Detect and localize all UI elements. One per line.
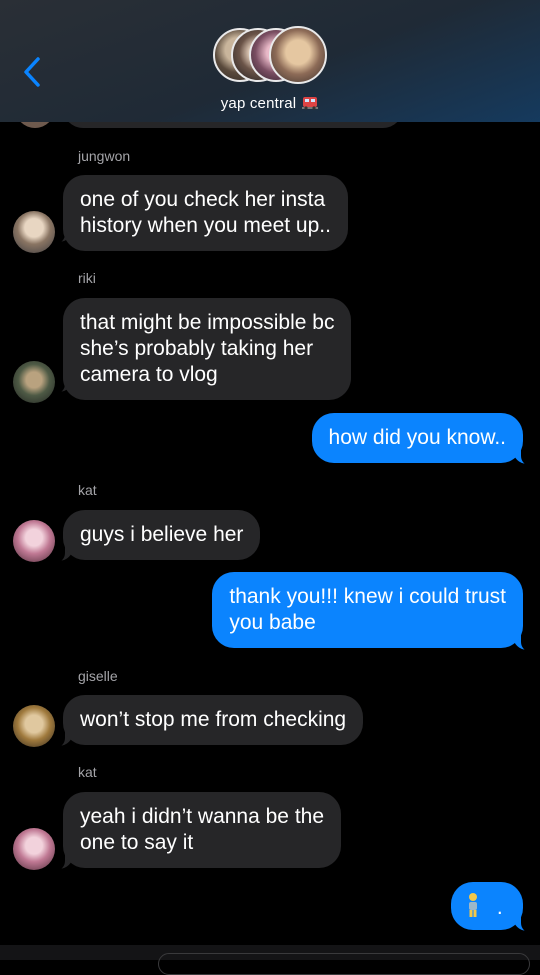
message-text: how did you know.. (328, 426, 506, 449)
group-name: yap central (220, 95, 297, 112)
message-text: camera to vlog (80, 363, 218, 386)
person-emoji-icon (465, 892, 481, 925)
message-text: that might be impossible bc (80, 311, 335, 334)
sender-name: giselle (78, 668, 118, 684)
message-text: won’t stop me from checking (80, 708, 347, 731)
message-text: . (496, 896, 503, 919)
incoming-message-bubble[interactable]: guys i believe her (63, 510, 261, 560)
sender-avatar[interactable] (13, 361, 55, 403)
sender-avatar[interactable] (13, 828, 55, 870)
incoming-message-bubble[interactable]: one of you check her insta history when … (63, 175, 348, 251)
message-input[interactable] (158, 953, 530, 975)
sender-avatar[interactable] (13, 211, 55, 253)
incoming-message-bubble[interactable]: won’t stop me from checking (63, 695, 364, 745)
sender-avatar[interactable] (13, 705, 55, 747)
message-text: you babe (229, 611, 316, 634)
outgoing-message-bubble[interactable]: how did you know.. (311, 413, 523, 463)
message-text: yeah i didn’t wanna be the (80, 805, 325, 828)
compose-bar (0, 945, 540, 975)
sender-name: jungwon (78, 148, 131, 164)
group-avatars[interactable] (213, 26, 333, 88)
message-text: one of you check her insta (80, 188, 326, 211)
outgoing-message-bubble[interactable]: thank you!!! knew i could trust you babe (212, 572, 523, 648)
sender-name: kat (78, 482, 97, 498)
message-text: she’s probably taking her (80, 337, 314, 360)
outgoing-message-bubble[interactable]: . (451, 882, 523, 930)
chat-header: yap central (0, 0, 540, 122)
incoming-message-bubble[interactable]: that might be impossible bc she’s probab… (63, 298, 352, 400)
sender-name: kat (78, 764, 97, 780)
chevron-left-icon (24, 57, 40, 87)
sender-avatar[interactable] (13, 520, 55, 562)
train-emoji-icon (301, 95, 319, 111)
member-avatar (269, 26, 327, 84)
message-text: guys i believe her (80, 523, 244, 546)
message-text: thank you!!! knew i could trust (229, 585, 506, 608)
sender-name: riki (78, 270, 96, 286)
message-text: history when you meet up.. (80, 214, 331, 237)
incoming-message-bubble[interactable]: yeah i didn’t wanna be the one to say it (63, 792, 342, 868)
back-button[interactable] (18, 54, 48, 90)
group-title[interactable]: yap central (0, 95, 540, 112)
message-text: one to say it (80, 831, 194, 854)
